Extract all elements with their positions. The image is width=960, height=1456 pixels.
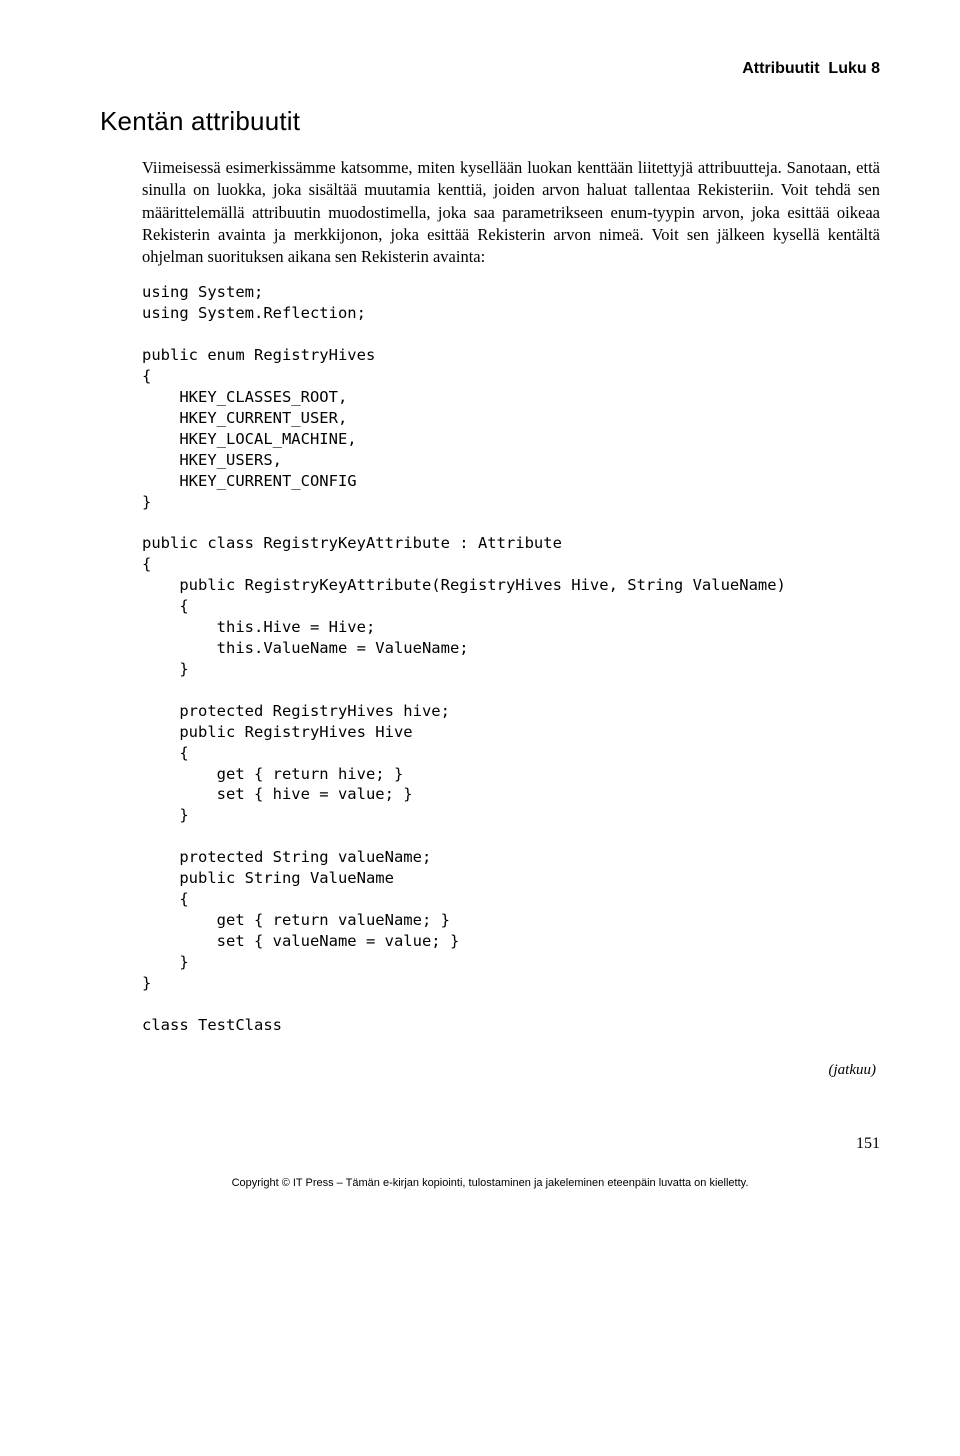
running-header: Attribuutit Luku 8 <box>100 60 880 78</box>
code-block: using System; using System.Reflection; p… <box>142 282 880 1035</box>
copyright-footer: Copyright © IT Press – Tämän e-kirjan ko… <box>100 1177 880 1189</box>
section-title: Kentän attribuutit <box>100 106 880 137</box>
page-container: Attribuutit Luku 8 Kentän attribuutit Vi… <box>0 0 960 1456</box>
continuation-marker: (jatkuu) <box>100 1062 876 1079</box>
body-paragraph: Viimeisessä esimerkissämme katsomme, mit… <box>142 157 880 268</box>
page-number: 151 <box>100 1135 880 1153</box>
